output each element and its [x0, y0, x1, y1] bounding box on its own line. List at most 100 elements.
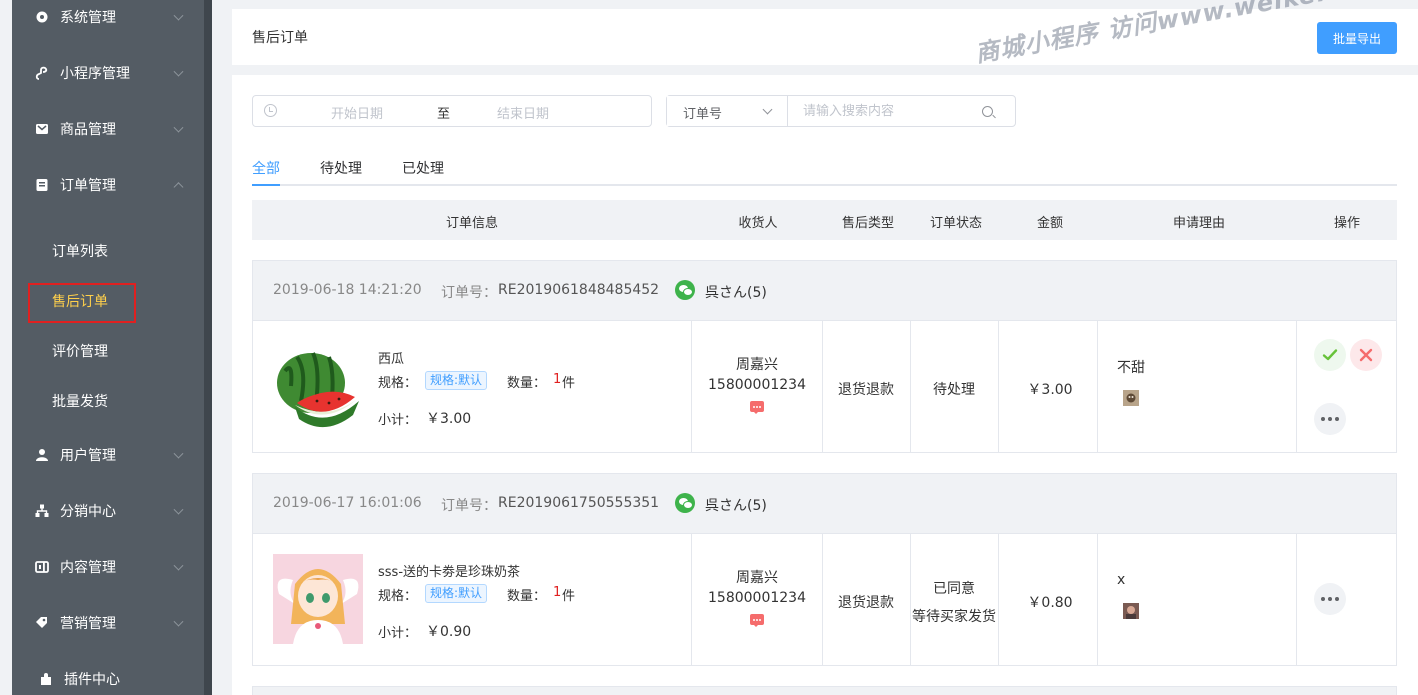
quantity-unit: 件: [562, 589, 576, 604]
order-no-label: 订单号：: [441, 285, 497, 301]
quantity-unit: 件: [562, 376, 576, 391]
chevron-down-icon: [173, 122, 184, 133]
quantity-value: 1: [553, 585, 562, 600]
receiver-name: 周嘉兴: [736, 570, 778, 586]
column-header: 售后类型: [841, 216, 895, 231]
spec-tag: 规格:默认: [425, 584, 488, 603]
sidebar-item-orders[interactable]: 订单管理: [12, 165, 204, 205]
sidebar-subitem-label: 批量发货: [52, 394, 108, 410]
end-date-placeholder[interactable]: 结束日期: [497, 103, 549, 122]
page-title: 售后订单: [252, 30, 308, 46]
sidebar-item-users[interactable]: 用户管理: [12, 435, 204, 475]
sidebar-item-label: 小程序管理: [60, 66, 130, 82]
order-status-detail: 等待买家发货: [912, 609, 996, 625]
column-header: 订单状态: [929, 216, 983, 231]
chevron-down-icon: [173, 448, 184, 459]
chevron-down-icon: [173, 560, 184, 571]
product-thumbnail-anime-girl[interactable]: [273, 554, 363, 644]
more-actions-button[interactable]: [1314, 583, 1346, 615]
sidebar-item-label: 商品管理: [60, 122, 116, 138]
aftersale-type: 退货退款: [838, 382, 894, 398]
sidebar-subitem-reviews[interactable]: 评价管理: [12, 331, 204, 371]
column-divider: [1097, 534, 1098, 665]
message-icon[interactable]: [750, 614, 764, 627]
gear-icon: [34, 9, 50, 25]
search-field-value: 订单号: [683, 107, 723, 122]
order-no: RE2019061750555351: [498, 495, 660, 511]
subtotal-value: ￥0.90: [426, 624, 472, 640]
date-range-picker[interactable]: 开始日期 至 结束日期: [252, 95, 652, 127]
sidebar: 系统管理 小程序管理 商品管理 订单管理 订单列表 售后订单 评价管理 批量发货…: [12, 0, 204, 695]
column-divider: [910, 321, 911, 452]
reject-button[interactable]: [1350, 339, 1382, 371]
sidebar-subitem-label: 评价管理: [52, 344, 108, 360]
quantity-label: 数量：: [507, 589, 547, 604]
sidebar-item-content[interactable]: 内容管理: [12, 547, 204, 587]
search-group: 订单号: [666, 95, 1016, 127]
order-status: 已同意: [933, 581, 975, 597]
chevron-up-icon: [173, 182, 184, 193]
user-icon: [34, 447, 50, 463]
sidebar-item-label: 插件中心: [64, 672, 120, 688]
wechat-icon: [675, 493, 695, 513]
column-header: 申请理由: [1172, 216, 1226, 231]
sidebar-item-label: 分销中心: [60, 504, 116, 520]
sidebar-item-miniprogram[interactable]: 小程序管理: [12, 53, 204, 93]
order-card: [252, 686, 1397, 695]
date-separator: 至: [437, 107, 451, 122]
sidebar-item-distribution[interactable]: 分销中心: [12, 491, 204, 531]
wechat-icon: [675, 280, 695, 300]
sidebar-item-system[interactable]: 系统管理: [12, 0, 204, 37]
approve-button[interactable]: [1314, 339, 1346, 371]
order-status: 待处理: [933, 382, 975, 398]
order-no-label: 订单号：: [441, 498, 497, 514]
column-divider: [1296, 534, 1297, 665]
sidebar-subitem-batch-ship[interactable]: 批量发货: [12, 381, 204, 421]
tab-active-indicator: [252, 184, 280, 186]
product-thumbnail-watermelon[interactable]: [273, 341, 363, 431]
tab-pending[interactable]: 待处理: [320, 158, 362, 178]
quantity-label: 数量：: [507, 376, 547, 391]
sidebar-subitem-label: 订单列表: [52, 244, 108, 260]
content-icon: [34, 559, 50, 575]
goods-icon: [34, 121, 50, 137]
order-header: 2019-06-17 16:01:06 订单号： RE2019061750555…: [253, 474, 1396, 534]
message-icon[interactable]: [750, 401, 764, 414]
sidebar-item-label: 用户管理: [60, 448, 116, 464]
sidebar-item-label: 系统管理: [60, 10, 116, 26]
sidebar-item-label: 订单管理: [60, 178, 116, 194]
refund-amount: ￥3.00: [1027, 382, 1073, 398]
more-actions-button[interactable]: [1314, 403, 1346, 435]
clock-icon: [264, 104, 277, 117]
reason-photo[interactable]: [1123, 390, 1139, 406]
spec-label: 规格：: [378, 376, 418, 391]
sidebar-item-marketing[interactable]: 营销管理: [12, 603, 204, 643]
sidebar-scrollbar[interactable]: [204, 0, 212, 695]
tab-all[interactable]: 全部: [252, 158, 280, 178]
order-card: 2019-06-17 16:01:06 订单号： RE2019061750555…: [252, 473, 1397, 666]
product-name[interactable]: sss-送的卡劵是珍珠奶茶: [378, 561, 520, 580]
receiver-name: 周嘉兴: [736, 357, 778, 373]
tab-processed[interactable]: 已处理: [402, 158, 444, 178]
subtotal-label: 小计：: [378, 626, 418, 641]
sidebar-item-plugins[interactable]: 插件中心: [12, 659, 204, 695]
order-user[interactable]: 呉さん(5): [705, 495, 767, 515]
sidebar-item-goods[interactable]: 商品管理: [12, 109, 204, 149]
order-header: 2019-06-18 14:21:20 订单号： RE2019061848485…: [253, 261, 1396, 321]
plugin-icon: [38, 671, 54, 687]
sidebar-subitem-order-list[interactable]: 订单列表: [12, 231, 204, 271]
start-date-placeholder[interactable]: 开始日期: [331, 103, 383, 122]
search-icon[interactable]: [982, 106, 993, 117]
product-name[interactable]: 西瓜: [378, 348, 404, 367]
batch-export-button[interactable]: 批量导出: [1317, 22, 1397, 54]
chevron-down-icon: [762, 104, 773, 115]
reason-photo[interactable]: [1123, 603, 1139, 619]
column-divider: [910, 534, 911, 665]
order-time: 2019-06-17 16:01:06: [273, 495, 422, 511]
main-content: 开始日期 至 结束日期 订单号 全部 待处理 已处理 订单信息 收货人 售后类型…: [232, 75, 1418, 695]
spec-label: 规格：: [378, 589, 418, 604]
order-time: 2019-06-18 14:21:20: [273, 282, 422, 298]
order-user[interactable]: 呉さん(5): [705, 282, 767, 302]
column-header: 收货人: [738, 216, 778, 231]
search-field-select[interactable]: 订单号: [667, 96, 788, 126]
